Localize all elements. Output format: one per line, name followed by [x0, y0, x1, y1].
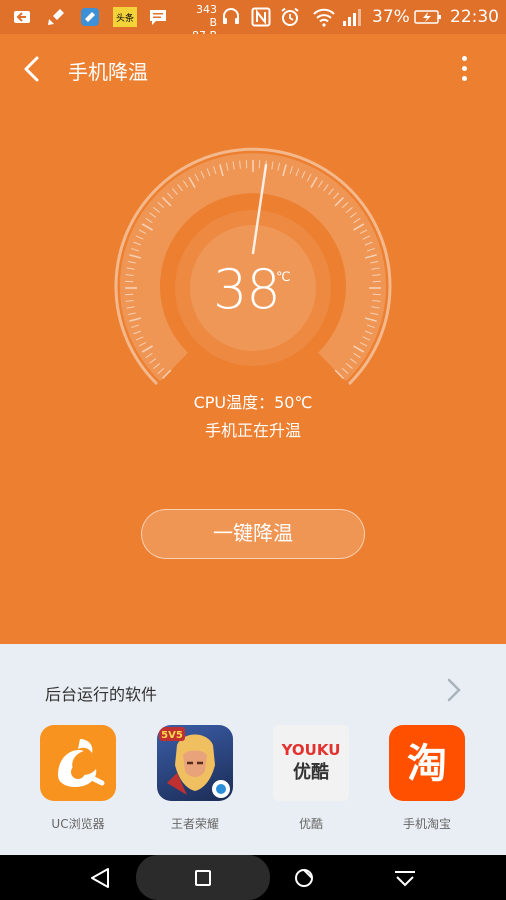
app-clean-icon [81, 8, 99, 26]
svg-text:头条: 头条 [116, 12, 134, 24]
cpu-temperature-text: CPU温度：50℃ [193, 393, 313, 412]
status-bar: 头条 343 B 87 B 37% 22:30 [0, 0, 506, 42]
message-icon [150, 10, 166, 25]
alarm-icon [281, 7, 299, 26]
page-title: 手机降温 [68, 60, 148, 84]
app-label: UC浏览器 [51, 817, 105, 831]
honor-of-kings-icon: 5V5 [157, 725, 233, 801]
app-label: 王者荣耀 [170, 817, 219, 831]
headset-icon [223, 8, 239, 24]
youku-logo-text: YOUKU [281, 741, 341, 759]
taobao-logo-text: 淘 [407, 741, 447, 787]
clock: 22:30 [450, 7, 499, 27]
battery-charging-icon [414, 10, 441, 24]
chevron-right-icon[interactable] [444, 676, 464, 704]
game-badge: 5V5 [161, 730, 183, 741]
youku-logo-sub: 优酷 [293, 761, 329, 783]
home-square-icon[interactable] [190, 865, 216, 891]
youku-icon: YOUKU 优酷 [273, 725, 349, 801]
background-apps-panel: 后台运行的软件 UC浏览器 5V5 王者荣耀 YOUKU 优酷 优酷 淘 手机淘… [0, 644, 506, 855]
app-item-uc-browser[interactable]: UC浏览器 [38, 725, 118, 832]
signal-icon [343, 9, 361, 26]
chevron-left-icon[interactable] [18, 54, 48, 84]
uc-browser-icon [40, 725, 116, 801]
app-label: 手机淘宝 [402, 817, 451, 831]
app-item-taobao[interactable]: 淘 手机淘宝 [387, 725, 467, 832]
panel-title: 后台运行的软件 [45, 685, 158, 704]
more-vertical-icon[interactable] [452, 52, 476, 86]
usb-icon [14, 11, 30, 23]
taobao-icon: 淘 [389, 725, 465, 801]
one-click-cool-button[interactable]: 一键降温 [141, 509, 365, 559]
battery-percent: 37% [372, 7, 410, 27]
app-label: 优酷 [298, 817, 323, 831]
app-item-youku[interactable]: YOUKU 优酷 优酷 [271, 725, 351, 832]
recents-icon[interactable] [291, 865, 317, 891]
notification-pull-icon[interactable] [392, 865, 418, 891]
phone-status-text: 手机正在升温 [204, 421, 301, 440]
temperature-unit: ℃ [276, 270, 291, 285]
temperature-value: 38 [213, 258, 281, 321]
broom-icon [48, 9, 64, 25]
wifi-icon [313, 8, 335, 27]
news-app-icon: 头条 [113, 7, 137, 27]
app-item-honor-of-kings[interactable]: 5V5 王者荣耀 [155, 725, 235, 832]
navigation-bar [0, 855, 506, 900]
nfc-icon [251, 7, 271, 27]
back-triangle-icon[interactable] [88, 865, 114, 891]
